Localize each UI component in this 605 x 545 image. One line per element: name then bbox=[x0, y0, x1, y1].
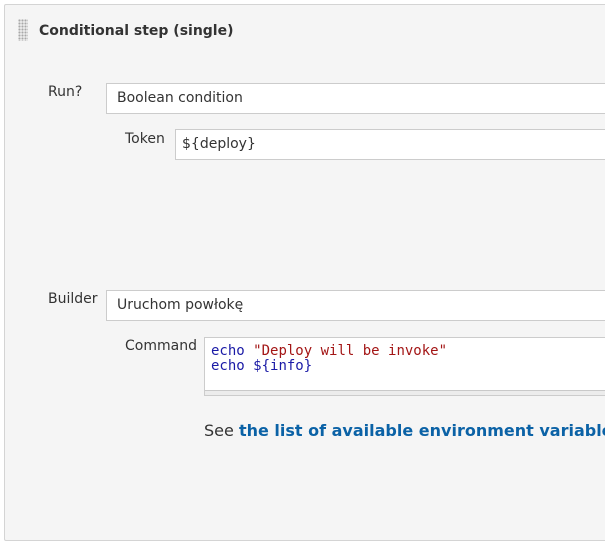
code-variable: ${info} bbox=[253, 358, 313, 374]
token-label: Token bbox=[125, 131, 165, 147]
code-keyword: echo bbox=[211, 358, 245, 374]
env-variables-hint: See the list of available environment va… bbox=[204, 421, 605, 440]
run-label: Run? bbox=[48, 84, 83, 100]
builder-select[interactable]: Uruchom powłokę bbox=[106, 290, 605, 321]
drag-handle-icon[interactable] bbox=[18, 19, 28, 41]
section-title: Conditional step (single) bbox=[39, 23, 234, 39]
builder-label: Builder bbox=[48, 291, 98, 307]
code-line-1: echo "Deploy will be invoke" bbox=[211, 343, 447, 359]
code-keyword: echo bbox=[211, 343, 245, 359]
command-editor[interactable]: echo "Deploy will be invoke" echo ${info… bbox=[204, 337, 605, 396]
run-condition-select[interactable]: Boolean condition bbox=[106, 83, 605, 114]
command-label: Command bbox=[125, 338, 197, 354]
editor-resize-bar[interactable] bbox=[205, 390, 605, 395]
token-input[interactable]: ${deploy} bbox=[175, 129, 605, 160]
code-string: "Deploy will be invoke" bbox=[253, 343, 448, 359]
code-line-2: echo ${info} bbox=[211, 358, 312, 374]
env-variables-link[interactable]: the list of available environment variab… bbox=[239, 421, 605, 440]
hint-prefix: See bbox=[204, 421, 239, 440]
